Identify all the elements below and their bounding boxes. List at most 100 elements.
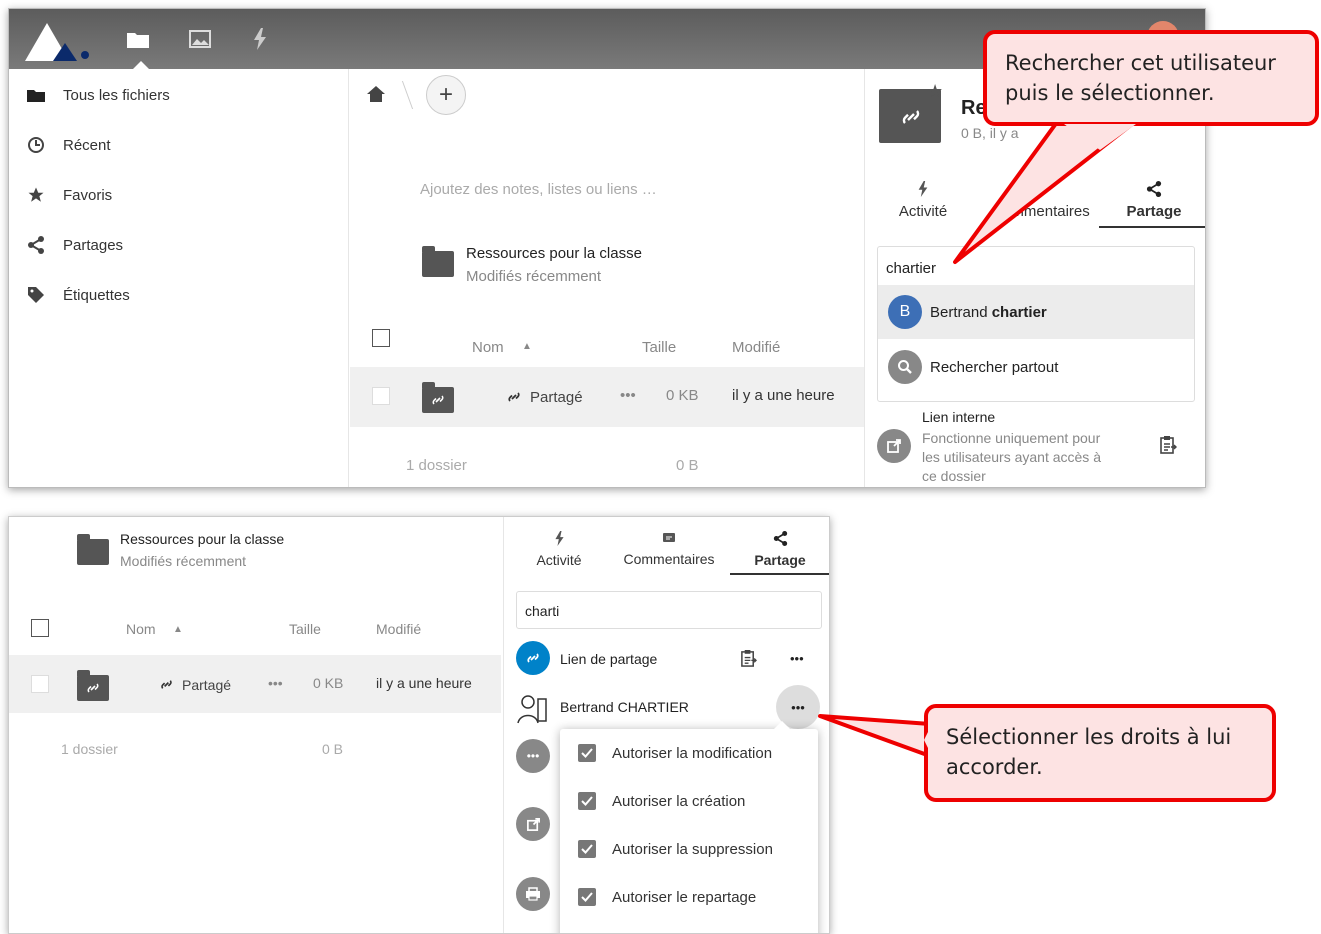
checkbox-checked-icon bbox=[578, 840, 596, 858]
link-icon bbox=[159, 677, 174, 697]
folder-icon bbox=[77, 534, 109, 565]
checkbox-checked-icon bbox=[578, 792, 596, 810]
checkbox-checked-icon bbox=[578, 888, 596, 906]
shared-folder-icon bbox=[77, 670, 109, 701]
footer-count: 1 dossier bbox=[406, 457, 467, 474]
row-size: 0 KB bbox=[313, 675, 344, 691]
column-size[interactable]: Taille bbox=[289, 621, 321, 637]
folder-icon bbox=[25, 86, 47, 104]
shared-label[interactable]: Partagé bbox=[182, 677, 231, 693]
recommended-folder-name[interactable]: Ressources pour la classe bbox=[466, 245, 642, 262]
folder-icon bbox=[422, 246, 454, 277]
internal-link-title: Lien interne bbox=[922, 409, 996, 425]
share-search-input[interactable]: charti bbox=[516, 591, 822, 629]
notes-placeholder[interactable]: Ajoutez des notes, listes ou liens … bbox=[420, 181, 657, 198]
search-result-user[interactable]: B Bertrand chartier bbox=[878, 285, 1194, 339]
recommended-folder-name[interactable]: Ressources pour la classe bbox=[120, 531, 284, 547]
share-link-label: Lien de partage bbox=[560, 651, 658, 667]
allow-edit-checkbox[interactable]: Autoriser la modification bbox=[560, 729, 810, 777]
column-size[interactable]: Taille bbox=[642, 339, 676, 356]
link-icon bbox=[506, 389, 522, 410]
active-app-indicator bbox=[133, 61, 149, 69]
tab-activity[interactable]: Activité bbox=[516, 531, 602, 568]
recommended-folder-sub: Modifiés récemment bbox=[120, 553, 247, 569]
sidebar-meta: 0 B, il y a bbox=[961, 125, 1019, 141]
printer-icon bbox=[516, 877, 550, 911]
row-checkbox[interactable] bbox=[31, 675, 49, 693]
file-list-area: + Ajoutez des notes, listes ou liens … R… bbox=[350, 69, 864, 487]
column-name[interactable]: Nom bbox=[126, 621, 156, 637]
tab-activity[interactable]: Activité bbox=[883, 181, 963, 220]
footer-size: 0 B bbox=[676, 457, 699, 474]
column-modified[interactable]: Modifié bbox=[732, 339, 780, 356]
share-search-input[interactable]: chartier bbox=[886, 260, 936, 277]
search-everywhere-item[interactable]: Rechercher partout bbox=[878, 339, 1194, 395]
sort-asc-icon[interactable]: ▲ bbox=[173, 624, 183, 635]
nav-recent[interactable]: Récent bbox=[25, 133, 111, 157]
menu-arrow bbox=[774, 721, 790, 729]
footer-count: 1 dossier bbox=[61, 741, 118, 757]
share-icon bbox=[773, 531, 787, 546]
home-icon[interactable] bbox=[366, 85, 386, 108]
external-link-icon bbox=[877, 429, 911, 463]
nav-shares[interactable]: Partages bbox=[25, 233, 123, 257]
row-checkbox[interactable] bbox=[372, 387, 390, 405]
more-icon: ••• bbox=[516, 739, 550, 773]
nextcloud-logo-icon[interactable] bbox=[23, 17, 93, 63]
user-avatar: B bbox=[888, 295, 922, 329]
tab-sharing[interactable]: Partage bbox=[730, 531, 829, 575]
share-icon bbox=[25, 236, 47, 254]
search-icon bbox=[888, 350, 922, 384]
clipboard-icon[interactable] bbox=[740, 649, 757, 673]
nav-label: Partages bbox=[63, 236, 124, 254]
table-row[interactable]: Partagé ••• 0 KB il y a une heure bbox=[350, 367, 864, 427]
user-avatar bbox=[514, 689, 552, 732]
bottom-callout-pointer bbox=[818, 714, 932, 758]
top-callout: Rechercher cet utilisateur puis le sélec… bbox=[983, 30, 1319, 126]
user-name: Bertrand chartier bbox=[930, 304, 1047, 321]
column-modified[interactable]: Modifié bbox=[376, 621, 421, 637]
tab-comments[interactable]: Commentaires bbox=[981, 181, 1101, 220]
recommended-folder-sub: Modifiés récemment bbox=[466, 268, 602, 285]
sort-asc-icon[interactable]: ▲ bbox=[522, 341, 532, 352]
allow-reshare-checkbox[interactable]: Autoriser le repartage bbox=[560, 873, 810, 921]
nav-label: Récent bbox=[63, 136, 111, 154]
nav-label: Tous les fichiers bbox=[63, 86, 170, 104]
row-actions-icon[interactable]: ••• bbox=[620, 387, 636, 404]
nav-label: Étiquettes bbox=[63, 286, 130, 304]
nav-favorites[interactable]: Favoris bbox=[25, 183, 112, 207]
details-sidebar: ★ Re 0 B, il y a Activité Commentaires P… bbox=[864, 69, 1205, 487]
files-app-icon[interactable] bbox=[125, 27, 151, 51]
activity-app-icon[interactable] bbox=[247, 27, 273, 51]
comment-icon bbox=[663, 533, 675, 542]
select-all-checkbox[interactable] bbox=[372, 329, 390, 347]
share-link-icon bbox=[516, 641, 550, 675]
tab-comments[interactable]: Commentaires bbox=[612, 531, 726, 567]
share-search-box: chartier B Bertrand chartier Rechercher … bbox=[877, 246, 1195, 402]
row-modified: il y a une heure bbox=[732, 387, 835, 404]
row-actions-icon[interactable]: ••• bbox=[268, 675, 283, 691]
nav-all-files[interactable]: Tous les fichiers bbox=[25, 83, 170, 107]
details-sidebar: Activité Commentaires Partage charti Lie… bbox=[503, 517, 829, 933]
share-icon bbox=[1146, 181, 1162, 197]
breadcrumb-separator bbox=[392, 81, 414, 109]
tag-icon bbox=[25, 286, 47, 304]
shared-label[interactable]: Partagé bbox=[530, 389, 583, 406]
column-name[interactable]: Nom bbox=[472, 339, 504, 356]
row-modified: il y a une heure bbox=[376, 675, 472, 691]
table-row[interactable]: Partagé ••• 0 KB il y a une heure bbox=[9, 655, 501, 713]
favorite-star-icon[interactable]: ★ bbox=[927, 81, 943, 102]
activity-icon bbox=[918, 181, 928, 197]
gallery-app-icon[interactable] bbox=[187, 27, 213, 51]
allow-delete-checkbox[interactable]: Autoriser la suppression bbox=[560, 825, 810, 873]
share-link-menu-icon[interactable]: ••• bbox=[790, 651, 804, 666]
clock-icon bbox=[25, 136, 47, 154]
select-all-checkbox[interactable] bbox=[31, 619, 49, 637]
allow-create-checkbox[interactable]: Autoriser la création bbox=[560, 777, 810, 825]
new-item-button[interactable]: + bbox=[426, 75, 466, 115]
tab-sharing[interactable]: Partage bbox=[1099, 181, 1205, 228]
clipboard-icon[interactable] bbox=[1159, 435, 1177, 460]
nav-tags[interactable]: Étiquettes bbox=[25, 283, 130, 307]
bottom-callout: Sélectionner les droits à lui accorder. bbox=[924, 704, 1276, 802]
internal-link-desc: Fonctionne uniquement pour les utilisate… bbox=[922, 430, 1101, 484]
